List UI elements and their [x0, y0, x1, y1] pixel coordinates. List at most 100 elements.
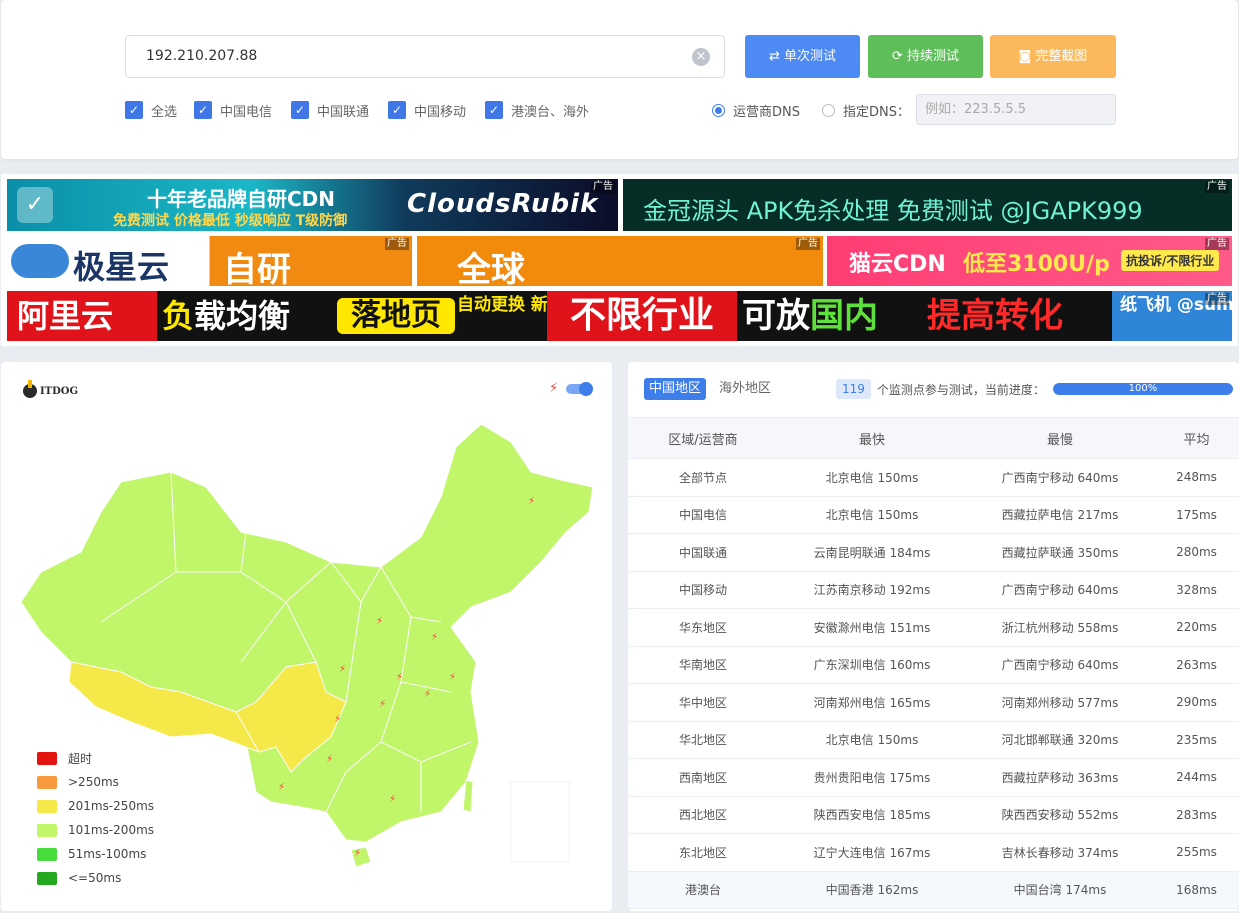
ad-banner-maoyun[interactable]: 猫云CDN 低至3100U/p 抗投诉/不限行业 广告 [827, 236, 1232, 286]
col-header-average: 平均 [1154, 417, 1239, 459]
legend-item: >250ms [37, 770, 154, 794]
cell-average: 263ms [1154, 646, 1239, 684]
legend-item: 超时 [37, 746, 154, 770]
clear-icon[interactable]: × [692, 48, 710, 66]
ad-banner-global[interactable]: 全球 广告 [417, 236, 823, 286]
itdog-logo: ITDOG [23, 380, 78, 398]
node-bolt-icon: ⚡ [354, 848, 361, 859]
cell-region: 中国电信 [628, 496, 778, 534]
cell-average: 255ms [1154, 833, 1239, 872]
table-row: 西南地区 贵州贵阳电信 175ms 西藏拉萨移动 363ms 244ms [628, 758, 1239, 797]
cell-slowest: 吉林长春移动 374ms [966, 833, 1154, 872]
node-markers-toggle[interactable]: ⚡ [549, 381, 594, 396]
cell-average: 283ms [1154, 796, 1239, 834]
checkbox-checked-icon[interactable]: ✓ [291, 101, 309, 119]
camera-icon: ◙ [1018, 49, 1032, 64]
filter-mobile[interactable]: ✓ 中国移动 [388, 100, 466, 120]
table-header-row: 区域/运营商 最快 最慢 平均 [628, 417, 1239, 459]
cell-fastest: 安徽滁州电信 151ms [778, 608, 966, 647]
cell-average: 328ms [1154, 571, 1239, 609]
cell-region: 西北地区 [628, 796, 778, 834]
refresh-icon: ⇄ [769, 49, 780, 64]
map-legend: 超时 >250ms 201ms-250ms 101ms-200ms 51ms-1… [37, 746, 154, 890]
cell-average: 168ms [1154, 871, 1239, 909]
cell-average: 175ms [1154, 496, 1239, 534]
table-row: 中国电信 北京电信 150ms 西藏拉萨电信 217ms 175ms [628, 496, 1239, 534]
cell-fastest: 北京电信 150ms [778, 496, 966, 534]
node-bolt-icon: ⚡ [379, 699, 386, 710]
shield-icon: ✓ [17, 187, 53, 223]
itdog-logo-icon [23, 380, 37, 398]
legend-swatch [37, 799, 57, 813]
continuous-test-button[interactable]: ⟳ 持续测试 [868, 35, 983, 78]
cell-fastest: 辽宁大连电信 167ms [778, 833, 966, 872]
cell-region: 华东地区 [628, 608, 778, 647]
radio-selected-icon[interactable] [712, 103, 725, 117]
col-header-fastest: 最快 [778, 417, 966, 459]
cell-region: 中国移动 [628, 571, 778, 609]
stats-table: 区域/运营商 最快 最慢 平均 全部节点 北京电信 150ms 广西南宁移动 640… [628, 417, 1239, 909]
table-row: 西北地区 陕西西安电信 185ms 陕西西安移动 552ms 283ms [628, 796, 1239, 834]
table-row: 中国移动 江苏南京移动 192ms 广西南宁移动 640ms 328ms [628, 571, 1239, 609]
table-row: 华南地区 广东深圳电信 160ms 广西南宁移动 640ms 263ms [628, 646, 1239, 684]
filter-unicom[interactable]: ✓ 中国联通 [291, 100, 369, 120]
legend-swatch [37, 847, 57, 861]
node-bolt-icon: ⚡ [449, 672, 456, 683]
ad-banner-cdn[interactable]: ✓ 十年老品牌自研CDN 免费测试 价格最低 秒级响应 T级防御 CloudsR… [7, 179, 618, 231]
legend-swatch [37, 823, 57, 837]
node-bolt-icon: ⚡ [389, 794, 396, 805]
ad-banner-aliyun[interactable]: 阿里云 负载均衡 落地页 自动更换 新 域 名 不限行业 可放国内 提高转化 纸… [7, 291, 1232, 341]
ad-banner-jixingyun[interactable]: 极星云 自研 广告 [7, 236, 412, 286]
tab-overseas[interactable]: 海外地区 [714, 378, 776, 400]
table-row: 华东地区 安徽滁州电信 151ms 浙江杭州移动 558ms 220ms [628, 608, 1239, 647]
checkbox-checked-icon[interactable]: ✓ [388, 101, 406, 119]
bolt-icon: ⚡ [549, 381, 559, 396]
cell-slowest: 陕西西安移动 552ms [966, 796, 1154, 834]
progress-text: 个监测点参与测试，当前进度： [876, 382, 1045, 397]
legend-item: 51ms-100ms [37, 842, 154, 866]
radio-empty-icon[interactable] [822, 103, 835, 117]
test-progress: 119 个监测点参与测试，当前进度： 100% [836, 379, 1233, 399]
cell-average: 280ms [1154, 533, 1239, 572]
legend-item: <=50ms [37, 866, 154, 890]
cell-fastest: 中国香港 162ms [778, 871, 966, 909]
cell-region: 全部节点 [628, 458, 778, 497]
toggle-switch[interactable] [566, 381, 594, 396]
cell-slowest: 西藏拉萨联通 350ms [966, 533, 1154, 572]
cell-fastest: 贵州贵阳电信 175ms [778, 758, 966, 797]
cell-slowest: 河南郑州移动 577ms [966, 683, 1154, 722]
checkbox-checked-icon[interactable]: ✓ [125, 101, 143, 119]
region-tabs: 中国地区 海外地区 [644, 378, 784, 400]
dns-isp-radio[interactable]: 运营商DNS [712, 100, 800, 120]
filter-select-all[interactable]: ✓ 全选 [125, 100, 177, 120]
dns-custom-radio[interactable]: 指定DNS： [822, 100, 910, 120]
checkbox-checked-icon[interactable]: ✓ [194, 101, 212, 119]
cell-fastest: 河南郑州电信 165ms [778, 683, 966, 722]
checkbox-checked-icon[interactable]: ✓ [485, 101, 503, 119]
cell-slowest: 西藏拉萨移动 363ms [966, 758, 1154, 797]
cell-average: 290ms [1154, 683, 1239, 722]
cell-average: 220ms [1154, 608, 1239, 647]
target-input-value: 192.210.207.88 [146, 48, 258, 64]
legend-item: 201ms-250ms [37, 794, 154, 818]
screenshot-button[interactable]: ◙ 完整截图 [990, 35, 1116, 78]
filter-overseas[interactable]: ✓ 港澳台、海外 [485, 100, 589, 120]
filter-telecom[interactable]: ✓ 中国电信 [194, 100, 272, 120]
ad-banner-area: ✓ 十年老品牌自研CDN 免费测试 价格最低 秒级响应 T级防御 CloudsR… [1, 174, 1238, 346]
cell-region: 东北地区 [628, 833, 778, 872]
custom-dns-input[interactable]: 例如：223.5.5.5 [916, 94, 1116, 125]
cell-region: 华中地区 [628, 683, 778, 722]
target-input[interactable]: 192.210.207.88 × [125, 35, 725, 78]
test-control-panel: 192.210.207.88 × ⇄ 单次测试 ⟳ 持续测试 ◙ 完整截图 ✓ 全选 ✓… [1, 0, 1238, 159]
node-bolt-icon: ⚡ [334, 714, 341, 725]
node-bolt-icon: ⚡ [326, 754, 333, 765]
custom-dns-placeholder: 例如：223.5.5.5 [925, 102, 1027, 117]
ad-banner-apk[interactable]: 金冠源头 APK免杀处理 免费测试 @JGAPK999 广告 [623, 179, 1232, 231]
cell-fastest: 北京电信 150ms [778, 458, 966, 497]
cloud-icon [11, 244, 69, 278]
cell-slowest: 西藏拉萨电信 217ms [966, 496, 1154, 534]
single-test-button[interactable]: ⇄ 单次测试 [745, 35, 860, 78]
tab-china[interactable]: 中国地区 [644, 378, 707, 400]
cell-average: 244ms [1154, 758, 1239, 797]
cell-slowest: 广西南宁移动 640ms [966, 646, 1154, 684]
